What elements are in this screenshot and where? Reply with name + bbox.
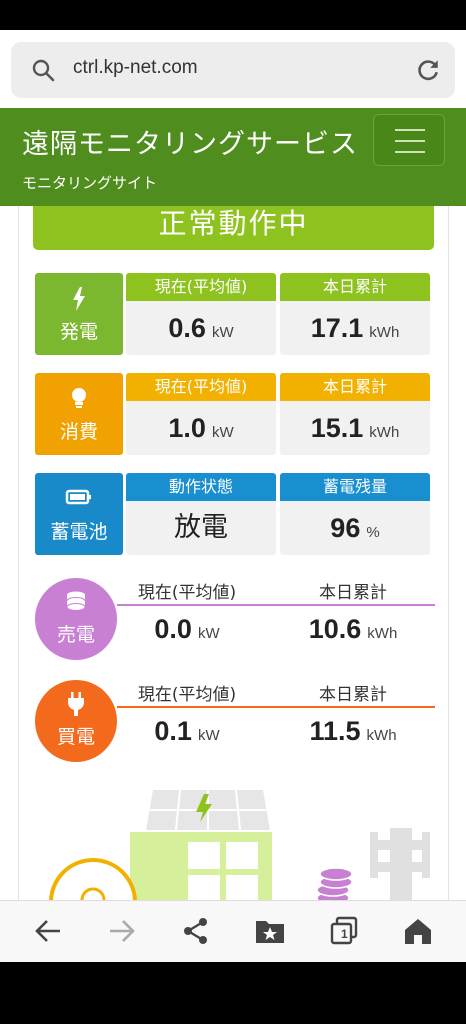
plug-icon bbox=[68, 692, 84, 716]
browser-toolbar: ctrl.kp-net.com bbox=[0, 30, 466, 108]
generation-total-unit: kWh bbox=[369, 324, 400, 341]
consumption-label: 消費 bbox=[35, 373, 123, 455]
tab-count: 1 bbox=[341, 927, 348, 941]
bookmarks-button[interactable] bbox=[254, 915, 286, 947]
generation-label: 発電 bbox=[35, 273, 123, 355]
consumption-current-head: 現在(平均値) bbox=[126, 373, 276, 401]
menu-bar bbox=[395, 129, 425, 131]
buying-total-head: 本日累計 bbox=[319, 685, 387, 705]
consumption-current-cell: 現在(平均値) 1.0 kW bbox=[126, 373, 276, 455]
battery-row: 蓄電池 動作状態 放電 蓄電残量 96% bbox=[35, 473, 433, 555]
generation-total-cell: 本日累計 17.1 kWh bbox=[280, 273, 430, 355]
battery-remaining-unit: % bbox=[366, 524, 380, 541]
back-arrow-icon bbox=[35, 920, 60, 942]
buying-current-head: 現在(平均値) bbox=[137, 685, 237, 705]
buying-total-value: 11.5 bbox=[309, 716, 361, 746]
selling-current-value: 0.0 bbox=[154, 614, 192, 644]
search-icon bbox=[32, 59, 55, 82]
consumption-total-cell: 本日累計 15.1 kWh bbox=[280, 373, 430, 455]
browser-screen: ctrl.kp-net.com 遠隔モニタリングサービス モニタリングサイト 正… bbox=[0, 30, 466, 962]
tabs-button[interactable]: 1 bbox=[328, 915, 360, 947]
generation-current-unit: kW bbox=[211, 324, 234, 341]
browser-bottom-nav: 1 bbox=[0, 900, 466, 962]
battery-remaining-head: 蓄電残量 bbox=[280, 473, 430, 501]
battery-state-head: 動作状態 bbox=[126, 473, 276, 501]
site-header: 遠隔モニタリングサービス モニタリングサイト bbox=[0, 108, 466, 206]
consumption-label-text: 消費 bbox=[59, 421, 98, 443]
address-bar[interactable]: ctrl.kp-net.com bbox=[11, 42, 455, 98]
generation-total-value: 17.1 bbox=[310, 313, 364, 343]
battery-remaining-cell: 蓄電残量 96% bbox=[280, 473, 430, 555]
generation-current-head: 現在(平均値) bbox=[126, 273, 276, 301]
menu-bar bbox=[395, 140, 425, 142]
share-icon bbox=[184, 918, 207, 944]
selling-current-unit: kW bbox=[197, 625, 220, 642]
buying-divider bbox=[117, 706, 435, 708]
generation-row: 発電 現在(平均値) 0.6 kW 本日累計 17.1 kWh bbox=[35, 273, 433, 355]
lightbulb-icon bbox=[72, 388, 86, 408]
consumption-total-unit: kWh bbox=[369, 424, 400, 441]
generation-current-cell: 現在(平均値) 0.6 kW bbox=[126, 273, 276, 355]
selling-current-head: 現在(平均値) bbox=[137, 583, 237, 603]
selling-divider bbox=[117, 604, 435, 606]
buying-current-value: 0.1 bbox=[154, 716, 192, 746]
bookmark-folder-icon bbox=[256, 921, 284, 943]
buying-current-unit: kW bbox=[197, 727, 220, 744]
buying-row: 買電 現在(平均値) 本日累計 0.1 kW 11.5 kWh bbox=[35, 680, 435, 766]
consumption-current-value: 1.0 bbox=[168, 413, 206, 443]
consumption-total-head: 本日累計 bbox=[280, 373, 430, 401]
battery-state-value: 放電 bbox=[174, 512, 228, 543]
home-button[interactable] bbox=[402, 915, 434, 947]
forward-button[interactable] bbox=[106, 915, 138, 947]
generation-total-head: 本日累計 bbox=[280, 273, 430, 301]
reload-icon[interactable] bbox=[415, 57, 441, 83]
battery-icon bbox=[65, 489, 91, 505]
coins-icon bbox=[66, 591, 86, 611]
share-button[interactable] bbox=[180, 915, 212, 947]
selling-label-text: 売電 bbox=[56, 624, 95, 646]
site-subtitle: モニタリングサイト bbox=[22, 174, 158, 192]
back-button[interactable] bbox=[32, 915, 64, 947]
buying-badge: 買電 bbox=[35, 680, 117, 762]
menu-bar bbox=[395, 151, 425, 153]
buying-label-text: 買電 bbox=[56, 726, 95, 748]
buying-total-unit: kWh bbox=[366, 727, 397, 744]
battery-remaining-value: 96 bbox=[330, 513, 361, 543]
selling-total-head: 本日累計 bbox=[319, 583, 387, 603]
selling-badge: 売電 bbox=[35, 578, 117, 660]
generation-current-value: 0.6 bbox=[168, 313, 206, 343]
battery-label: 蓄電池 bbox=[35, 473, 123, 555]
forward-arrow-icon bbox=[110, 920, 135, 942]
selling-total-unit: kWh bbox=[367, 625, 398, 642]
url-text[interactable]: ctrl.kp-net.com bbox=[73, 57, 198, 79]
site-title[interactable]: 遠隔モニタリングサービス bbox=[22, 122, 358, 161]
consumption-total-value: 15.1 bbox=[310, 413, 364, 443]
battery-state-cell: 動作状態 放電 bbox=[126, 473, 276, 555]
home-icon bbox=[405, 919, 431, 944]
consumption-row: 消費 現在(平均値) 1.0 kW 本日累計 15.1 kWh bbox=[35, 373, 433, 455]
generation-label-text: 発電 bbox=[59, 321, 98, 343]
consumption-current-unit: kW bbox=[211, 424, 234, 441]
lightning-icon bbox=[73, 287, 85, 311]
status-banner: 正常動作中 bbox=[33, 206, 434, 250]
selling-total-value: 10.6 bbox=[308, 614, 362, 644]
selling-row: 売電 現在(平均値) 本日累計 0.0 kW 10.6 kWh bbox=[35, 578, 435, 664]
battery-label-text: 蓄電池 bbox=[50, 521, 108, 543]
hamburger-menu-button[interactable] bbox=[373, 114, 445, 166]
